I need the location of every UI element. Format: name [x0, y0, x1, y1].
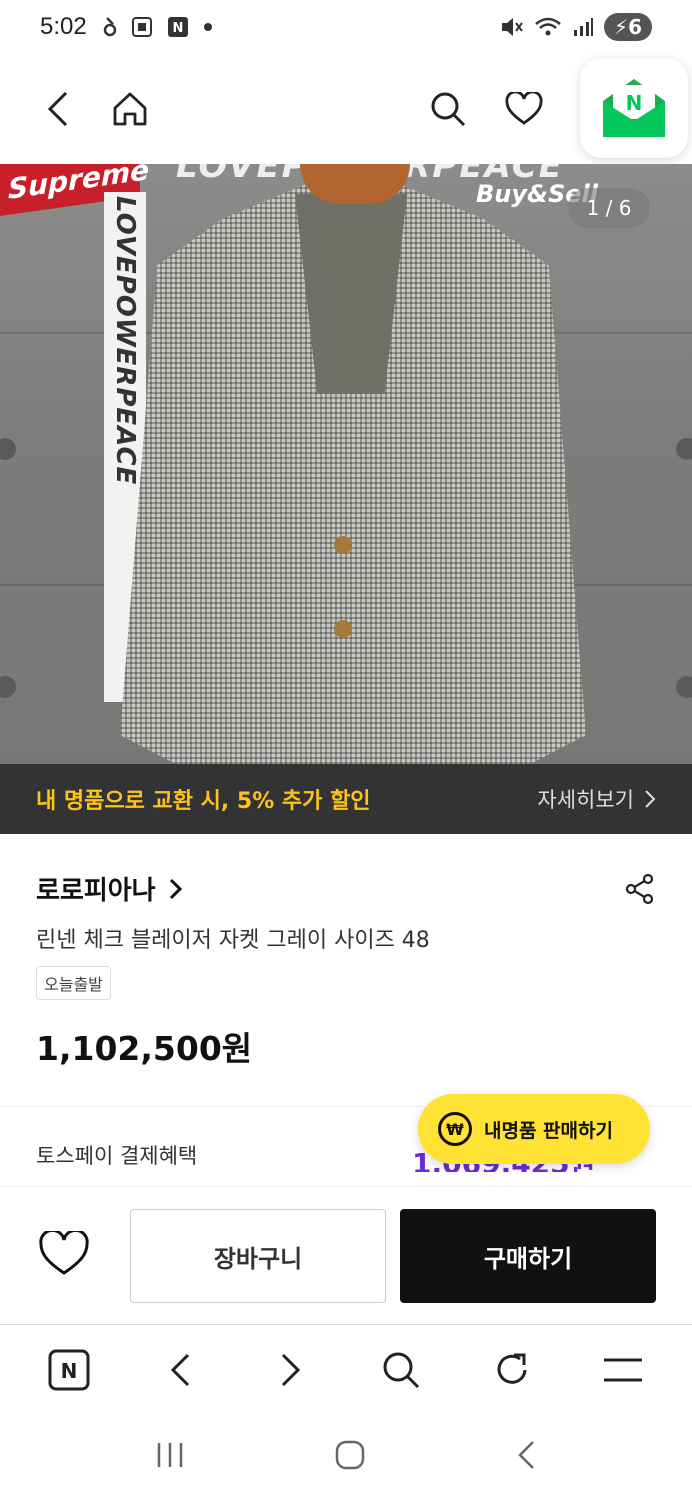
chevron-left-icon — [170, 1353, 190, 1386]
browser-refresh-button[interactable] — [482, 1340, 542, 1400]
browser-back-button[interactable] — [150, 1340, 210, 1400]
chevron-right-icon — [645, 790, 656, 808]
product-title: 린넨 체크 블레이저 자켓 그레이 사이즈 48 — [36, 928, 430, 953]
browser-forward-button[interactable] — [261, 1340, 321, 1400]
naver-app-icon: N — [167, 17, 188, 37]
promo-more-label: 자세히보기 — [537, 788, 634, 812]
svg-text:N: N — [61, 1359, 78, 1383]
system-home-button[interactable] — [334, 1439, 366, 1475]
promo-more-link[interactable]: 자세히보기 — [537, 784, 656, 814]
chevron-right-icon — [281, 1353, 300, 1386]
battery-bolt-icon: ⚡ — [614, 15, 629, 39]
wall-bolt — [676, 676, 692, 698]
system-navigation-bar — [0, 1414, 692, 1500]
store-sign-vertical-text: LOVEPOWERPEACE — [110, 196, 140, 486]
naver-n-icon: N — [48, 1349, 90, 1390]
product-image-carousel[interactable]: LOVEPOWERPEACE Supreme Buy&Sell LOVEPOWE… — [0, 164, 692, 834]
recent-apps-icon — [157, 1443, 182, 1467]
exchange-promo-banner[interactable]: 내 명품으로 교환 시, 5% 추가 할인 자세히보기 — [0, 764, 692, 834]
status-bar: 5:02 N ⚡ 6 — [0, 0, 692, 54]
system-back-button[interactable] — [515, 1439, 537, 1475]
naver-home-button[interactable]: N — [39, 1340, 99, 1400]
notification-icon — [103, 17, 116, 37]
naver-mail-button[interactable]: N — [580, 58, 688, 158]
buy-now-button[interactable]: 구매하기 — [400, 1209, 656, 1303]
wishlist-toggle-button[interactable] — [38, 1228, 90, 1281]
purchase-action-bar: 장바구니 구매하기 — [0, 1186, 692, 1324]
naver-mail-icon: N — [603, 79, 665, 137]
sell-fab-label: 내명품 판매하기 — [484, 1119, 613, 1142]
status-time: 5:02 — [40, 13, 87, 40]
jacket-button — [334, 536, 352, 554]
refresh-icon — [497, 1353, 527, 1384]
chevron-left-icon — [47, 91, 68, 127]
svg-text:N: N — [626, 91, 643, 115]
jacket-button — [334, 620, 352, 638]
search-icon — [383, 1352, 420, 1388]
screenshot-icon — [131, 17, 152, 37]
back-button[interactable] — [30, 81, 86, 137]
promo-text: 내 명품으로 교환 시, 5% 추가 할인 — [36, 789, 371, 814]
heart-icon — [39, 1228, 89, 1275]
svg-text:N: N — [172, 21, 183, 36]
brand-link[interactable]: 로로피아나 — [36, 870, 156, 907]
sell-my-luxury-button[interactable]: ₩ 내명품 판매하기 — [418, 1094, 650, 1164]
home-icon — [113, 92, 147, 126]
browser-search-button[interactable] — [371, 1340, 431, 1400]
home-button[interactable] — [102, 81, 158, 137]
brand-row: 로로피아나 — [36, 870, 656, 907]
status-notification-icons: N — [103, 16, 213, 38]
battery-level: 6 — [628, 15, 642, 39]
chevron-right-icon[interactable] — [168, 877, 184, 901]
image-counter: 1 / 6 — [568, 188, 650, 228]
wall-bolt — [676, 438, 692, 460]
shipping-badge: 오늘출발 — [36, 966, 111, 1000]
mute-icon — [502, 18, 523, 36]
wall-bolt — [0, 676, 16, 698]
battery-indicator: ⚡ 6 — [604, 13, 652, 41]
search-icon — [431, 92, 466, 127]
dot-icon — [203, 23, 212, 31]
wishlist-button[interactable] — [496, 81, 552, 137]
recent-apps-button[interactable] — [155, 1441, 185, 1473]
wifi-icon — [535, 17, 561, 36]
heart-icon — [505, 92, 543, 125]
home-pill-icon — [335, 1440, 365, 1470]
wall-bolt — [0, 438, 16, 460]
browser-menu-button[interactable] — [593, 1340, 653, 1400]
search-button[interactable] — [420, 81, 476, 137]
signal-icon — [574, 18, 594, 36]
menu-icon — [603, 1358, 642, 1381]
top-nav-actions — [420, 81, 552, 137]
browser-toolbar: N — [0, 1324, 692, 1414]
share-icon[interactable] — [624, 873, 656, 905]
won-icon: ₩ — [438, 1112, 472, 1146]
system-back-icon — [518, 1441, 535, 1469]
tosspay-benefit-label: 토스페이 결제혜택 — [36, 1144, 198, 1168]
product-price: 1,102,500원 — [36, 1029, 253, 1068]
add-to-cart-button[interactable]: 장바구니 — [130, 1209, 386, 1303]
status-system-icons: ⚡ 6 — [500, 13, 652, 41]
